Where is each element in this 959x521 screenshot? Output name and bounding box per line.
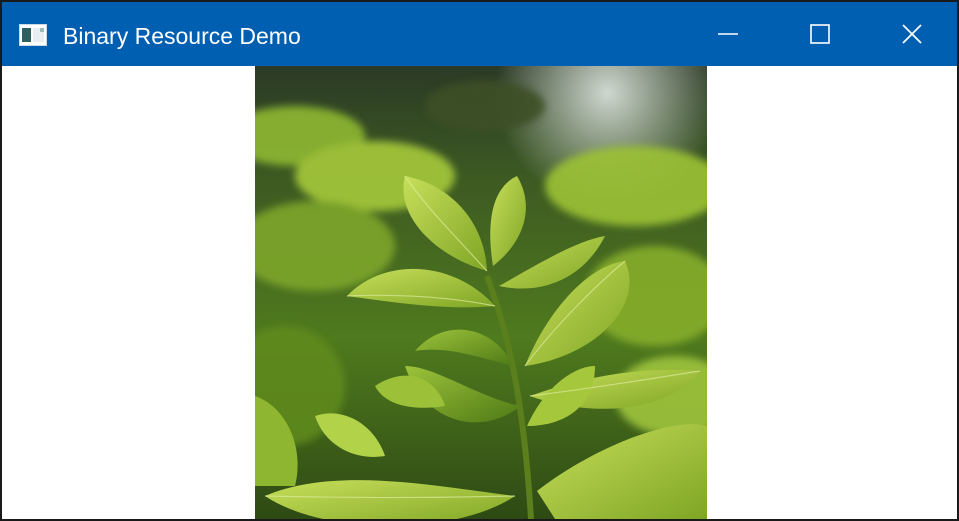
minimize-button[interactable] <box>682 2 774 66</box>
app-window: Binary Resource Demo <box>0 0 959 521</box>
close-button[interactable] <box>866 2 957 66</box>
window-title: Binary Resource Demo <box>63 23 301 49</box>
window-client-area <box>2 66 957 519</box>
close-icon <box>902 24 922 44</box>
plant-photo-image <box>255 66 707 519</box>
window-app-icon <box>19 24 47 46</box>
minimize-icon <box>718 33 738 35</box>
title-bar[interactable]: Binary Resource Demo <box>2 2 957 66</box>
maximize-button[interactable] <box>774 2 866 66</box>
maximize-icon <box>810 24 830 44</box>
